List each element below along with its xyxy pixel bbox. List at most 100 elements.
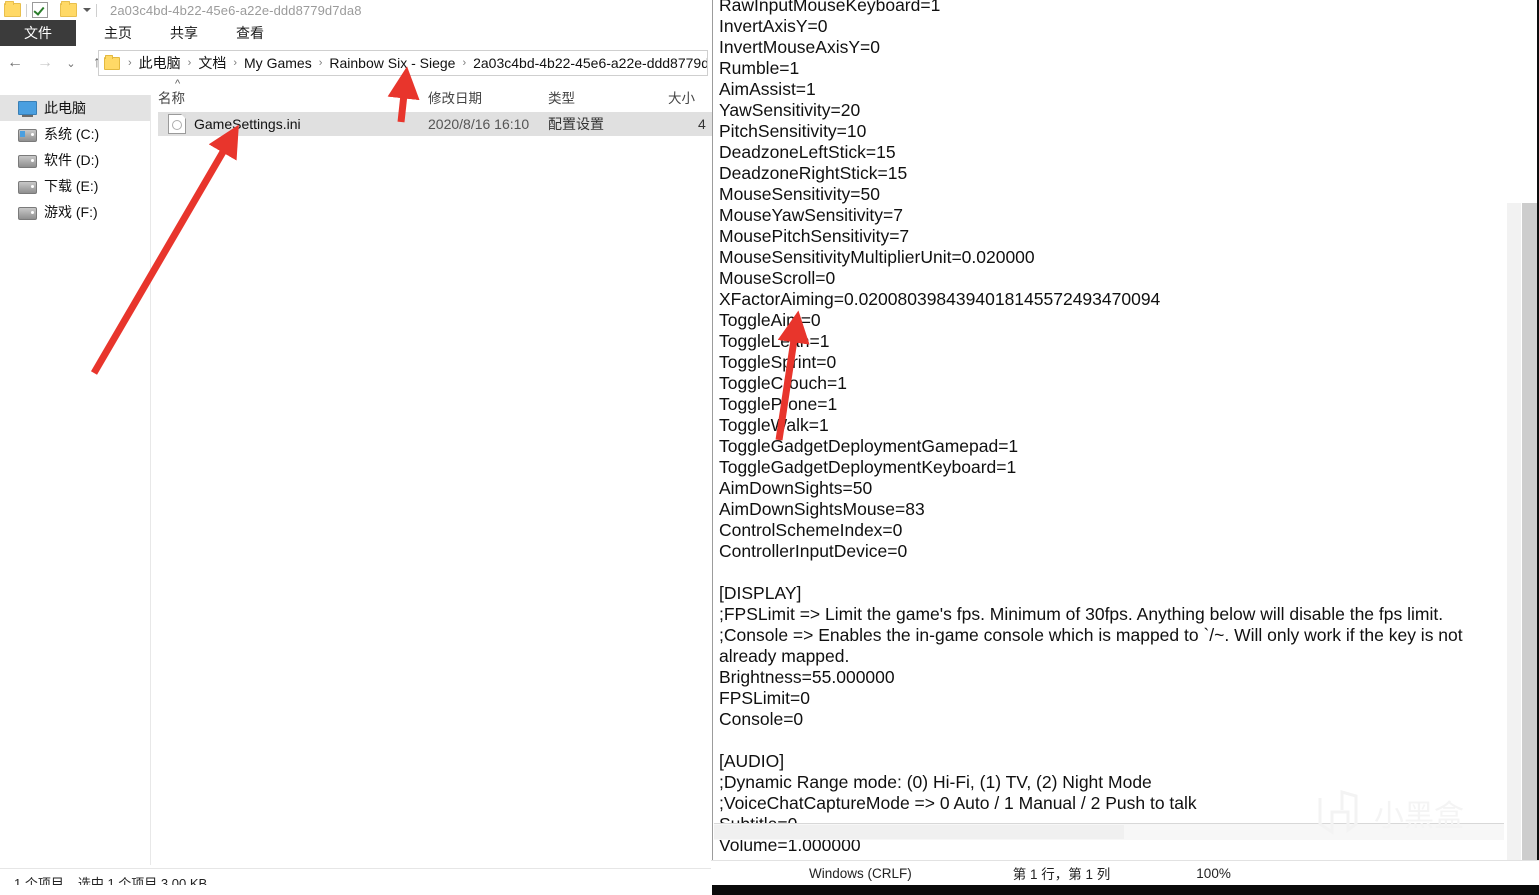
ribbon-tab-home[interactable]: 主页	[90, 20, 146, 46]
editor-line: FPSLimit=0	[719, 688, 810, 708]
status-zoom-level[interactable]: 100%	[1178, 866, 1249, 881]
editor-line: ToggleSprint=0	[719, 352, 837, 372]
editor-content[interactable]: RawInputMouseKeyboard=1 InvertAxisY=0 Inve…	[719, 0, 1489, 856]
sidebar-item-label: 游戏 (F:)	[44, 204, 98, 220]
sidebar-item-drive-f[interactable]: 游戏 (F:)	[0, 199, 150, 225]
editor-line: InvertAxisY=0	[719, 16, 828, 36]
breadcrumb-separator: ›	[187, 57, 192, 69]
sidebar-item-label: 系统 (C:)	[44, 126, 100, 142]
sidebar-item-label: 此电脑	[44, 100, 86, 116]
editor-line: ToggleLean=1	[719, 331, 830, 351]
column-header-date[interactable]: 修改日期	[428, 84, 482, 110]
ribbon-tab-file[interactable]: 文件	[0, 20, 76, 46]
sidebar-item-drive-d[interactable]: 软件 (D:)	[0, 147, 150, 173]
file-type: 配置设置	[548, 116, 604, 132]
editor-line: XFactorAiming=0.020080398439401814557249…	[719, 289, 1161, 309]
sidebar-item-this-pc[interactable]: 此电脑	[0, 95, 150, 121]
editor-line: ToggleProne=1	[719, 394, 838, 414]
back-icon[interactable]: ←	[4, 52, 26, 74]
text-editor-window: RawInputMouseKeyboard=1 InvertAxisY=0 Inve…	[712, 0, 1539, 895]
watermark-text: 小黑盒	[1374, 800, 1464, 833]
editor-line: ToggleWalk=1	[719, 415, 829, 435]
breadcrumb-separator: ›	[128, 57, 132, 69]
screen-root: 2a03c4bd-4b22-45e6-a22e-ddd8779d7da8 文件 …	[0, 0, 1539, 895]
folder-icon[interactable]	[60, 1, 77, 17]
window-title: 2a03c4bd-4b22-45e6-a22e-ddd8779d7da8	[110, 2, 362, 18]
ribbon-tab-view[interactable]: 查看	[222, 20, 278, 46]
checkbox-checked-icon[interactable]	[32, 2, 48, 18]
table-row[interactable]: GameSettings.ini 2020/8/16 16:10 配置设置 4	[158, 112, 712, 136]
file-size: 4	[698, 116, 706, 132]
editor-line: AimDownSightsMouse=83	[719, 499, 925, 519]
editor-line: MouseSensitivity=50	[719, 184, 880, 204]
column-header-size[interactable]: 大小	[668, 84, 695, 110]
sidebar-item-drive-e[interactable]: 下载 (E:)	[0, 173, 150, 199]
editor-line: AimAssist=1	[719, 79, 816, 99]
drive-icon	[18, 206, 37, 220]
editor-line: ControlSchemeIndex=0	[719, 520, 903, 540]
scrollbar-thumb[interactable]	[1507, 203, 1521, 863]
editor-line: MouseYawSensitivity=7	[719, 205, 903, 225]
breadcrumb-item-4[interactable]: 2a03c4bd-4b22-45e6-a22e-ddd8779d7d	[471, 55, 707, 71]
status-cursor-position[interactable]: 第 1 行，第 1 列	[995, 863, 1129, 883]
toolbar-divider	[96, 3, 97, 17]
folder-icon[interactable]	[4, 1, 21, 17]
editor-line: ToggleGadgetDeploymentGamepad=1	[719, 436, 1019, 456]
chevron-down-icon[interactable]	[83, 8, 91, 12]
ribbon-tab-share[interactable]: 共享	[156, 20, 212, 46]
breadcrumb-separator: ›	[233, 57, 238, 69]
folder-icon	[104, 54, 120, 70]
editor-line: YawSensitivity=20	[719, 100, 861, 120]
file-modified-date: 2020/8/16 16:10	[428, 116, 530, 132]
forward-icon[interactable]: →	[34, 52, 56, 74]
editor-line: PitchSensitivity=10	[719, 121, 867, 141]
status-line-ending[interactable]: Windows (CRLF)	[791, 866, 930, 881]
editor-line: ;Console => Enables the in-game console …	[719, 625, 1468, 666]
editor-line: RawInputMouseKeyboard=1	[719, 0, 941, 15]
breadcrumb-separator: ›	[318, 57, 323, 69]
editor-line: ControllerInputDevice=0	[719, 541, 908, 561]
editor-line: MouseSensitivityMultiplierUnit=0.020000	[719, 247, 1035, 267]
taskbar-masked-area	[0, 885, 712, 895]
recent-locations-icon[interactable]: ⌄	[60, 52, 82, 74]
editor-line: DeadzoneLeftStick=15	[719, 142, 896, 162]
nav-pane-divider	[150, 95, 151, 865]
toolbar-divider	[26, 3, 27, 17]
breadcrumb-item-2[interactable]: My Games	[242, 55, 314, 71]
editor-line: ToggleGadgetDeploymentKeyboard=1	[719, 457, 1017, 477]
file-explorer-window: 2a03c4bd-4b22-45e6-a22e-ddd8779d7da8 文件 …	[0, 0, 712, 895]
file-list: GameSettings.ini 2020/8/16 16:10 配置设置 4	[158, 112, 712, 136]
editor-line: DeadzoneRightStick=15	[719, 163, 908, 183]
editor-line: ;FPSLimit => Limit the game's fps. Minim…	[719, 604, 1444, 624]
address-bar[interactable]: › 此电脑 › 文档 › My Games › Rainbow Six - Si…	[98, 50, 708, 76]
editor-line: Brightness=55.000000	[719, 667, 895, 687]
scrollbar-thumb[interactable]	[714, 825, 1124, 839]
editor-line: InvertMouseAxisY=0	[719, 37, 880, 57]
editor-line: [AUDIO]	[719, 751, 785, 771]
editor-line: Console=0	[719, 709, 804, 729]
column-header-type[interactable]: 类型	[548, 84, 575, 110]
ini-file-icon	[168, 114, 186, 134]
breadcrumb-separator: ›	[462, 57, 467, 69]
breadcrumb-item-3[interactable]: Rainbow Six - Siege	[327, 55, 457, 71]
editor-line: AimDownSights=50	[719, 478, 873, 498]
column-header-name[interactable]: 名称	[158, 84, 185, 110]
drive-icon	[18, 128, 37, 142]
editor-line: ToggleCrouch=1	[719, 373, 847, 393]
editor-vertical-scrollbar[interactable]	[1506, 0, 1522, 868]
heybox-logo-icon: 小黑盒	[1318, 790, 1464, 835]
quick-access-toolbar: 2a03c4bd-4b22-45e6-a22e-ddd8779d7da8	[0, 0, 712, 20]
sidebar-item-drive-c[interactable]: 系统 (C:)	[0, 121, 150, 147]
drive-icon	[18, 180, 37, 194]
breadcrumb-item-0[interactable]: 此电脑	[137, 53, 183, 73]
watermark: 小黑盒	[1312, 790, 1492, 836]
editor-line: ToggleAim=0	[719, 310, 821, 330]
editor-line: MouseScroll=0	[719, 268, 836, 288]
editor-line: MousePitchSensitivity=7	[719, 226, 910, 246]
computer-icon	[18, 101, 37, 117]
editor-text-area[interactable]: RawInputMouseKeyboard=1 InvertAxisY=0 Inve…	[712, 0, 1522, 868]
editor-status-bar: Windows (CRLF) 第 1 行，第 1 列 100%	[711, 860, 1539, 885]
breadcrumb-item-1[interactable]: 文档	[196, 53, 228, 73]
